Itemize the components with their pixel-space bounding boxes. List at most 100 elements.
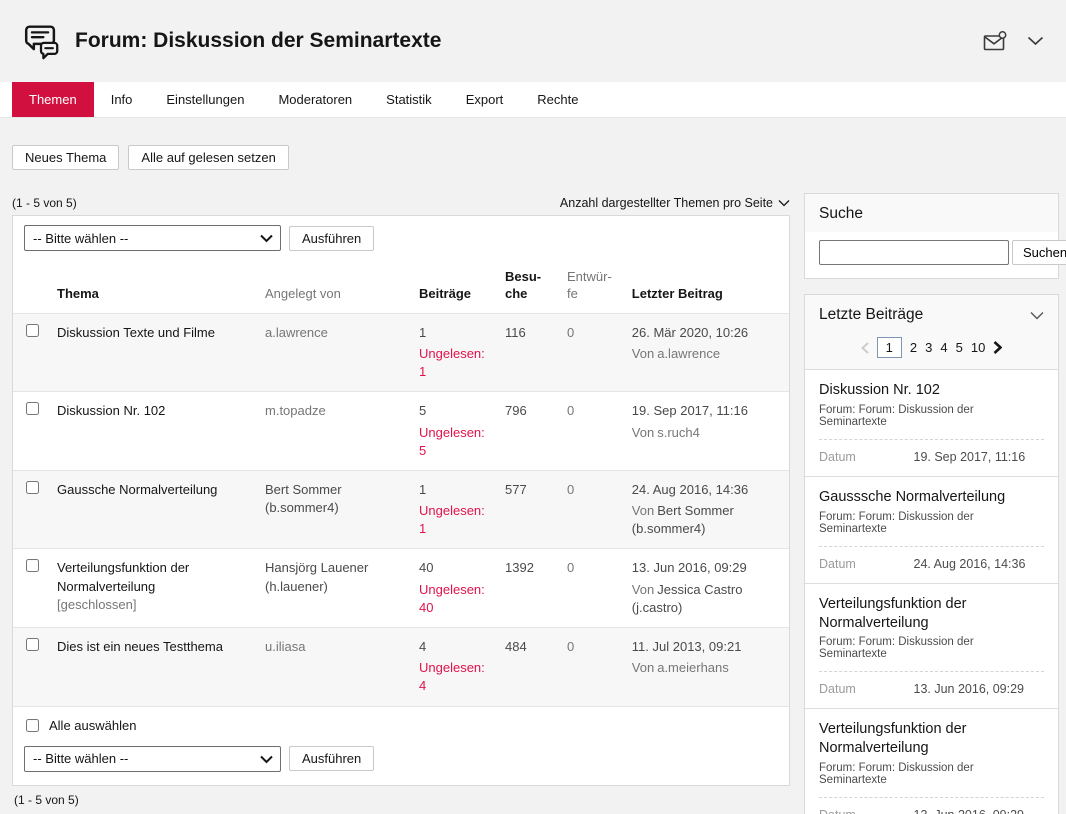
table-row: Gaussche Normalverteilung Bert Sommer (b… — [13, 470, 789, 549]
last-post-date: 13. Jun 2016, 09:29 — [632, 559, 779, 577]
unread-count-link[interactable]: Ungelesen: 4 — [419, 659, 485, 695]
pagination-page[interactable]: 3 — [925, 340, 932, 355]
tab-info[interactable]: Info — [94, 82, 150, 117]
result-range-top: (1 - 5 von 5) — [12, 196, 77, 210]
per-page-selector[interactable]: Anzahl dargestellter Themen pro Seite — [560, 196, 790, 210]
draft-count: 0 — [557, 628, 622, 706]
topic-author: m.topadze — [265, 403, 326, 418]
search-panel-title: Suche — [819, 205, 863, 223]
latest-post-forum: Forum: Forum: Diskussion der Seminartext… — [819, 511, 1044, 535]
last-post-author: Vona.meierhans — [632, 659, 779, 677]
draft-count: 0 — [557, 392, 622, 471]
column-header-letzter-beitrag[interactable]: Letzter Beitrag — [622, 259, 789, 313]
topic-title-link[interactable]: Verteilungsfunktion der Normalverteilung — [57, 560, 189, 593]
tab-einstellungen[interactable]: Einstellungen — [149, 82, 261, 117]
select-all-label: Alle auswählen — [49, 718, 136, 733]
tab-bar: Themen Info Einstellungen Moderatoren St… — [0, 82, 1066, 118]
unread-count-link[interactable]: Ungelesen: 5 — [419, 424, 485, 460]
tab-export[interactable]: Export — [449, 82, 521, 117]
last-post-author: Vons.ruch4 — [632, 424, 779, 442]
draft-count: 0 — [557, 549, 622, 628]
visit-count: 1392 — [495, 549, 557, 628]
column-header-thema[interactable]: Thema — [47, 259, 255, 313]
topic-title-link[interactable]: Dies ist ein neues Testthema — [57, 639, 223, 654]
topic-author: u.iliasa — [265, 639, 305, 654]
topic-author: Hansjörg Lauener (h.lauener) — [265, 560, 368, 593]
row-checkbox[interactable] — [26, 481, 39, 494]
row-checkbox[interactable] — [26, 559, 39, 572]
topic-author: Bert Sommer (b.sommer4) — [265, 482, 342, 515]
latest-post-title[interactable]: Verteilungsfunktion der Normalverteilung — [819, 595, 1044, 633]
draft-count: 0 — [557, 313, 622, 392]
table-row: Diskussion Texte und Filme a.lawrence 1 … — [13, 313, 789, 392]
execute-button-top[interactable]: Ausführen — [289, 226, 374, 251]
topics-main-area: Neues Thema Alle auf gelesen setzen (1 -… — [12, 118, 790, 807]
post-count: 4 — [419, 638, 485, 656]
pagination-prev-icon[interactable] — [861, 342, 869, 354]
post-count: 5 — [419, 402, 485, 420]
chevron-down-icon[interactable] — [1030, 311, 1044, 320]
result-range-bottom: (1 - 5 von 5) — [14, 793, 790, 807]
execute-button-bottom[interactable]: Ausführen — [289, 746, 374, 771]
date-value: 24. Aug 2016, 14:36 — [914, 557, 1026, 571]
chevron-down-icon[interactable] — [1027, 36, 1044, 46]
search-button[interactable]: Suchen — [1012, 240, 1066, 265]
column-header-angelegt-von: Angelegt von — [255, 259, 409, 313]
visit-count: 577 — [495, 470, 557, 549]
column-header-besuche[interactable]: Besu- che — [495, 259, 557, 313]
topic-title-link[interactable]: Diskussion Nr. 102 — [57, 403, 165, 418]
chevron-down-icon — [778, 199, 790, 207]
latest-post-title[interactable]: Verteilungsfunktion der Normalverteilung — [819, 720, 1044, 758]
date-label: Datum — [819, 682, 914, 696]
last-post-date: 24. Aug 2016, 14:36 — [632, 481, 779, 499]
mark-all-read-button[interactable]: Alle auf gelesen setzen — [128, 145, 288, 170]
row-checkbox[interactable] — [26, 324, 39, 337]
unread-count-link[interactable]: Ungelesen: 40 — [419, 581, 485, 617]
row-checkbox[interactable] — [26, 402, 39, 415]
topic-title-link[interactable]: Diskussion Texte und Filme — [57, 325, 215, 340]
pagination-page[interactable]: 10 — [971, 340, 985, 355]
mail-notification-icon[interactable] — [983, 31, 1007, 52]
last-post-date: 19. Sep 2017, 11:16 — [632, 402, 779, 420]
column-header-beitraege[interactable]: Beiträge — [409, 259, 495, 313]
unread-count-link[interactable]: Ungelesen: 1 — [419, 502, 485, 538]
row-checkbox[interactable] — [26, 638, 39, 651]
topic-title-link[interactable]: Gaussche Normalverteilung — [57, 482, 217, 497]
pagination-page[interactable]: 1 — [877, 337, 902, 358]
bulk-action-select-top[interactable]: -- Bitte wählen -- — [24, 225, 281, 251]
search-input[interactable] — [819, 240, 1009, 265]
bulk-action-select-bottom[interactable]: -- Bitte wählen -- — [24, 746, 281, 772]
latest-post-item: Gausssche Normalverteilung Forum: Forum:… — [805, 476, 1058, 583]
latest-post-forum: Forum: Forum: Diskussion der Seminartext… — [819, 636, 1044, 660]
pagination-page[interactable]: 4 — [940, 340, 947, 355]
pagination-page[interactable]: 2 — [910, 340, 917, 355]
topic-author: a.lawrence — [265, 325, 328, 340]
date-value: 19. Sep 2017, 11:16 — [914, 450, 1026, 464]
table-row: Dies ist ein neues Testthema u.iliasa 4 … — [13, 628, 789, 706]
per-page-label: Anzahl dargestellter Themen pro Seite — [560, 196, 773, 210]
pagination-next-icon[interactable] — [993, 341, 1002, 354]
unread-count-link[interactable]: Ungelesen: 1 — [419, 345, 485, 381]
select-all-checkbox[interactable] — [26, 719, 39, 732]
tab-moderatoren[interactable]: Moderatoren — [261, 82, 369, 117]
post-count: 1 — [419, 481, 485, 499]
tab-statistik[interactable]: Statistik — [369, 82, 449, 117]
visit-count: 116 — [495, 313, 557, 392]
date-label: Datum — [819, 557, 914, 571]
tab-rechte[interactable]: Rechte — [520, 82, 595, 117]
latest-posts-title: Letzte Beiträge — [819, 306, 923, 324]
tab-themen[interactable]: Themen — [12, 82, 94, 117]
latest-post-title[interactable]: Gausssche Normalverteilung — [819, 488, 1044, 507]
latest-post-item: Diskussion Nr. 102 Forum: Forum: Diskuss… — [805, 369, 1058, 476]
pagination-page[interactable]: 5 — [956, 340, 963, 355]
page-header: Forum: Diskussion der Seminartexte — [0, 0, 1066, 82]
last-post-author: Vona.lawrence — [632, 345, 779, 363]
post-count: 1 — [419, 324, 485, 342]
latest-post-title[interactable]: Diskussion Nr. 102 — [819, 381, 1044, 400]
visit-count: 484 — [495, 628, 557, 706]
new-topic-button[interactable]: Neues Thema — [12, 145, 119, 170]
page-title: Forum: Diskussion der Seminartexte — [75, 29, 441, 53]
topics-table: Thema Angelegt von Beiträge Besu- che En… — [13, 259, 789, 706]
date-value: 13. Jun 2016, 09:29 — [914, 682, 1025, 696]
draft-count: 0 — [557, 470, 622, 549]
